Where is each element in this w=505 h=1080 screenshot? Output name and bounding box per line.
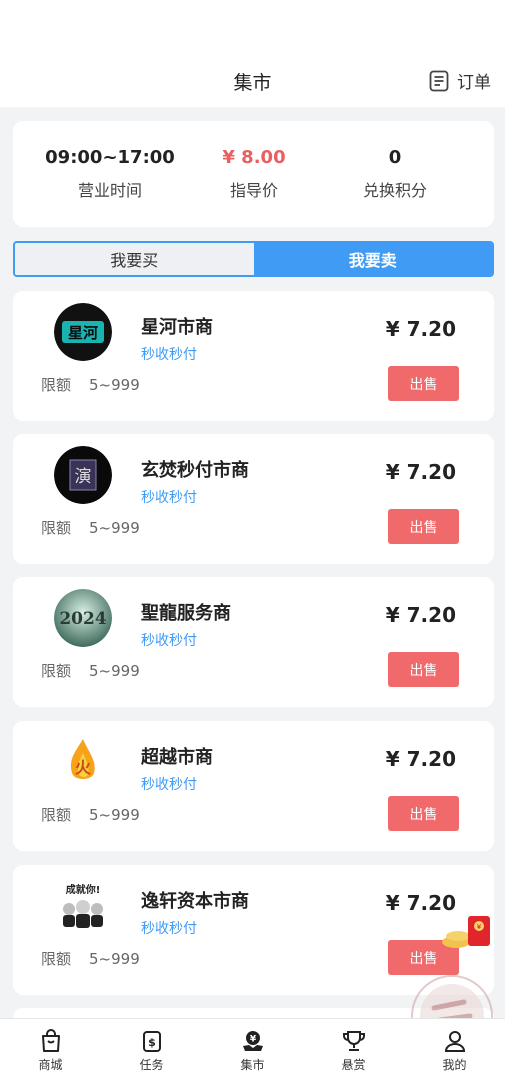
bottom-nav: 商城 $ 任务 ¥ 集市 悬赏 我的 <box>0 1018 505 1080</box>
merchant-tag: 秒收秒付 <box>141 633 197 649</box>
sell-button[interactable]: 出售 <box>388 509 459 544</box>
sell-button[interactable]: 出售 <box>388 796 459 831</box>
market-icon: ¥ <box>242 1031 263 1051</box>
nav-label: 任务 <box>139 1058 164 1072</box>
tab-sell[interactable]: 我要卖 <box>253 243 492 275</box>
svg-text:演: 演 <box>75 467 92 487</box>
merchant-avatar: 2024 <box>54 589 112 647</box>
merchant-tag: 秒收秒付 <box>141 490 197 506</box>
merchant-tag: 秒收秒付 <box>141 347 197 363</box>
merchant-limit: 限额 5~999 <box>41 374 140 395</box>
trophy-icon <box>342 1031 365 1051</box>
guide-price-stat: ¥ 8.00 指导价 <box>174 147 334 201</box>
buy-sell-tabs: 我要买 我要卖 <box>13 241 494 277</box>
svg-text:火: 火 <box>75 758 92 777</box>
nav-label: 集市 <box>240 1058 265 1072</box>
merchant-card[interactable]: 演 玄焚秒付市商 秒收秒付 ¥ 7.20 限额 5~999 出售 <box>13 434 494 564</box>
limit-value: 5~999 <box>89 806 140 824</box>
merchant-name: 逸轩资本市商 <box>141 891 249 912</box>
limit-value: 5~999 <box>89 376 140 394</box>
merchant-name: 聖龍服务商 <box>141 603 231 624</box>
sell-button[interactable]: 出售 <box>388 652 459 687</box>
guide-price-value: ¥ 8.00 <box>222 147 286 168</box>
merchant-tag: 秒收秒付 <box>141 921 197 937</box>
business-hours-value: 09:00~17:00 <box>45 147 175 168</box>
sell-button[interactable]: 出售 <box>388 366 459 401</box>
limit-label: 限额 <box>41 662 72 680</box>
nav-item-bounty[interactable]: 悬赏 <box>303 1019 404 1080</box>
merchant-card[interactable]: 火 超越市商 秒收秒付 ¥ 7.20 限额 5~999 出售 <box>13 721 494 851</box>
limit-label: 限额 <box>41 376 72 394</box>
guide-price-label: 指导价 <box>229 181 278 200</box>
orders-label: 订单 <box>457 73 491 93</box>
merchant-price: ¥ 7.20 <box>385 603 456 627</box>
merchant-limit: 限额 5~999 <box>41 517 140 538</box>
business-hours-stat: 09:00~17:00 营业时间 <box>30 147 190 201</box>
svg-text:2024: 2024 <box>59 609 106 629</box>
merchant-card[interactable]: 星河 星河市商 秒收秒付 ¥ 7.20 限额 5~999 出售 <box>13 291 494 421</box>
limit-label: 限额 <box>41 519 72 537</box>
svg-text:星河: 星河 <box>68 324 98 342</box>
merchant-tag: 秒收秒付 <box>141 777 197 793</box>
svg-text:$: $ <box>148 1036 156 1049</box>
merchant-limit: 限额 5~999 <box>41 948 140 969</box>
user-icon <box>444 1031 465 1052</box>
merchant-avatar: 演 <box>54 446 112 504</box>
points-label: 兑换积分 <box>362 181 427 200</box>
tab-buy[interactable]: 我要买 <box>15 243 254 275</box>
merchant-price: ¥ 7.20 <box>385 747 456 771</box>
nav-label: 悬赏 <box>341 1058 366 1072</box>
merchant-price: ¥ 7.20 <box>385 460 456 484</box>
merchant-name: 星河市商 <box>141 317 213 338</box>
business-hours-label: 营业时间 <box>77 181 142 200</box>
nav-item-tasks[interactable]: $ 任务 <box>101 1019 202 1080</box>
limit-label: 限额 <box>41 806 72 824</box>
nav-label: 商城 <box>38 1058 63 1072</box>
limit-value: 5~999 <box>89 662 140 680</box>
points-value: 0 <box>388 147 402 168</box>
merchant-avatar: 火 <box>54 733 112 791</box>
merchant-price: ¥ 7.20 <box>385 317 456 341</box>
order-list-icon <box>429 70 449 91</box>
svg-text:¥: ¥ <box>477 923 482 931</box>
svg-text:¥: ¥ <box>249 1035 256 1045</box>
svg-text:成就你!: 成就你! <box>66 883 101 896</box>
merchant-avatar: 星河 <box>54 303 112 361</box>
limit-value: 5~999 <box>89 950 140 968</box>
limit-label: 限额 <box>41 950 72 968</box>
nav-item-market[interactable]: ¥ 集市 <box>202 1019 303 1080</box>
nav-item-mall[interactable]: 商城 <box>0 1019 101 1080</box>
market-stats-card: 09:00~17:00 营业时间 ¥ 8.00 指导价 0 兑换积分 <box>13 121 494 227</box>
points-stat: 0 兑换积分 <box>315 147 475 201</box>
limit-value: 5~999 <box>89 519 140 537</box>
red-packet-icon[interactable]: ¥ <box>436 912 496 952</box>
merchant-card[interactable]: 2024 聖龍服务商 秒收秒付 ¥ 7.20 限额 5~999 出售 <box>13 577 494 707</box>
task-icon: $ <box>142 1031 161 1052</box>
merchant-name: 玄焚秒付市商 <box>141 460 249 481</box>
nav-label: 我的 <box>442 1058 467 1072</box>
merchant-avatar: 成就你! <box>54 877 112 935</box>
merchant-card[interactable]: 成就你! 逸轩资本市商 秒收秒付 ¥ 7.20 限额 5~999 出售 <box>13 865 494 995</box>
shopping-bag-icon <box>41 1029 60 1052</box>
nav-item-profile[interactable]: 我的 <box>404 1019 505 1080</box>
top-bar: 集市 订单 <box>0 0 505 107</box>
orders-button[interactable]: 订单 <box>429 68 491 93</box>
merchant-name: 超越市商 <box>141 747 213 768</box>
merchant-limit: 限额 5~999 <box>41 660 140 681</box>
merchant-limit: 限额 5~999 <box>41 804 140 825</box>
